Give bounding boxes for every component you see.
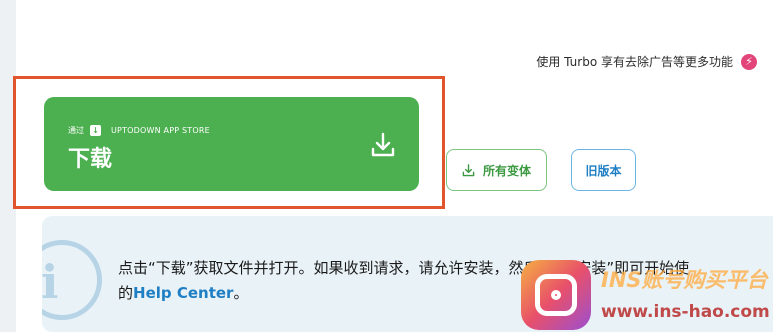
download-arrow-icon — [371, 132, 395, 157]
turbo-text[interactable]: 使用 Turbo 享有去除广告等更多功能 — [536, 53, 733, 70]
lightning-icon[interactable]: ⚡ — [741, 53, 757, 70]
watermark-title: INS账号购买平台 — [601, 268, 768, 292]
instagram-logo-icon — [521, 260, 591, 330]
download-box-icon: ↓ — [90, 125, 101, 136]
app-page: 使用 Turbo 享有去除广告等更多功能 ⚡ 通过 ↓ UPTODOWN APP… — [0, 0, 773, 332]
download-button[interactable]: 通过 ↓ UPTODOWN APP STORE 下载 — [44, 97, 419, 191]
all-variants-button[interactable]: 所有变体 — [446, 149, 547, 191]
store-name: UPTODOWN APP STORE — [111, 126, 210, 135]
watermark: INS账号购买平台 www.ins-hao.com — [521, 258, 773, 332]
old-versions-label: 旧版本 — [585, 163, 622, 178]
turbo-promo[interactable]: 使用 Turbo 享有去除广告等更多功能 ⚡ — [536, 53, 757, 70]
old-versions-button[interactable]: 旧版本 — [571, 149, 636, 191]
help-center-link[interactable]: Help Center — [133, 284, 233, 302]
download-label: 下载 — [68, 147, 113, 172]
download-icon — [462, 163, 475, 176]
via-label: 通过 — [68, 126, 84, 135]
info-text-part2: 的 — [118, 284, 134, 302]
info-icon: i — [42, 240, 102, 320]
info-text-end: 。 — [233, 284, 249, 302]
watermark-url: www.ins-hao.com — [601, 302, 770, 322]
all-variants-label: 所有变体 — [482, 163, 531, 178]
store-line: 通过 ↓ UPTODOWN APP STORE — [68, 125, 210, 136]
